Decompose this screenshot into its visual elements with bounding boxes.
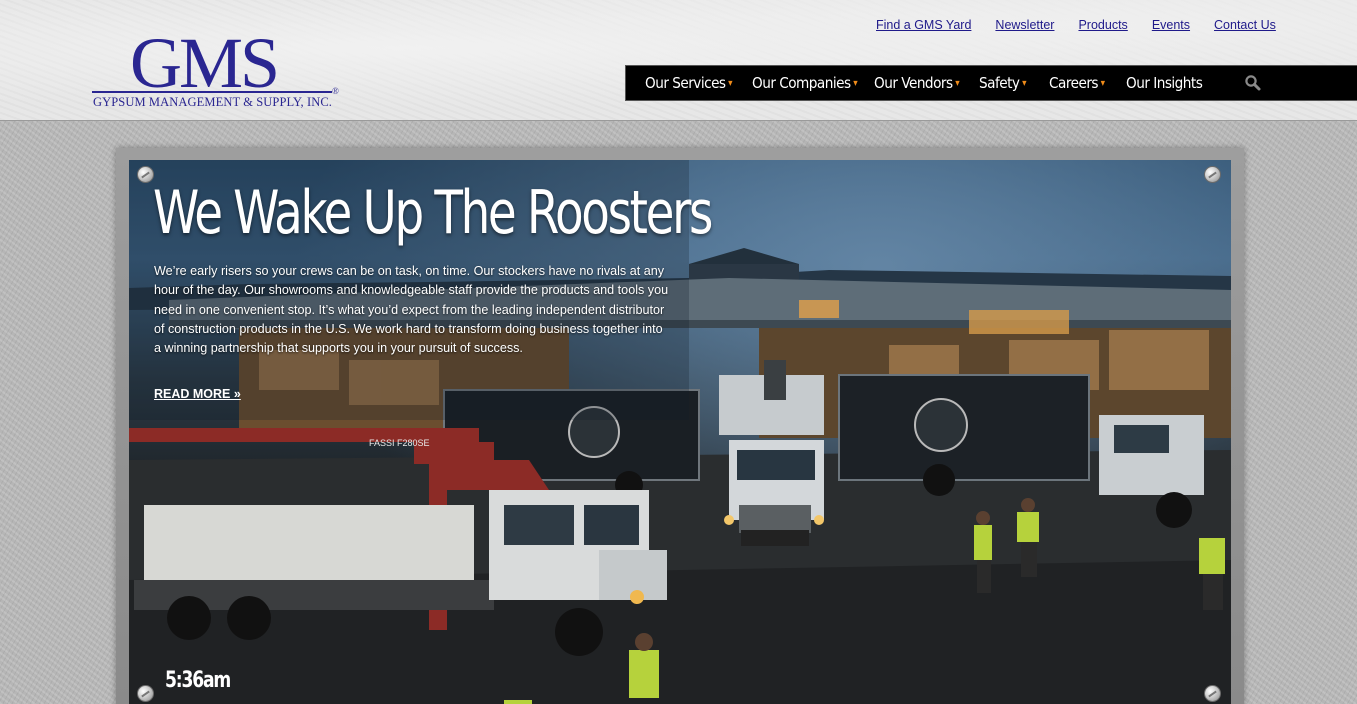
nav-careers[interactable]: Careers ▾: [1049, 66, 1105, 100]
hero-timestamp: 5:36am: [165, 668, 231, 693]
nav-label: Our Vendors: [874, 74, 953, 92]
logo-registered-mark: ®: [332, 86, 339, 96]
chevron-down-icon: ▾: [728, 77, 733, 89]
chevron-down-icon: ▾: [1100, 77, 1105, 89]
truck-label: FASSI F280SE: [369, 438, 430, 448]
logo-mark: GMS: [130, 23, 280, 103]
nav-label: Our Services: [645, 74, 726, 92]
site-header: GMS ® GYPSUM MANAGEMENT & SUPPLY, INC. F…: [0, 0, 1357, 121]
hero-title: We Wake Up The Roosters: [153, 178, 713, 248]
chevron-down-icon: ▾: [853, 77, 858, 89]
chevron-down-icon: ▾: [955, 77, 960, 89]
nav-safety[interactable]: Safety ▾: [979, 66, 1027, 100]
logo-subtitle: GYPSUM MANAGEMENT & SUPPLY, INC.: [93, 95, 333, 109]
screw-icon: [137, 685, 154, 702]
link-products[interactable]: Products: [1078, 18, 1127, 36]
screw-icon: [137, 166, 154, 183]
nav-label: Our Companies: [752, 74, 851, 92]
search-icon[interactable]: [1244, 74, 1262, 92]
nav-our-companies[interactable]: Our Companies ▾: [752, 66, 858, 100]
chevron-down-icon: ▾: [1022, 77, 1026, 89]
read-more-link[interactable]: READ MORE »: [154, 387, 241, 401]
logo-underline: [92, 91, 332, 93]
nav-label: Our Insights: [1126, 74, 1203, 92]
nav-label: Safety: [979, 74, 1020, 92]
screw-icon: [1204, 166, 1221, 183]
link-contact-us[interactable]: Contact Us: [1214, 18, 1276, 36]
link-find-gms-yard[interactable]: Find a GMS Yard: [876, 18, 971, 36]
link-newsletter[interactable]: Newsletter: [995, 18, 1054, 36]
gms-logo[interactable]: GMS ® GYPSUM MANAGEMENT & SUPPLY, INC.: [92, 23, 342, 112]
main-nav: Our Services ▾ Our Companies ▾ Our Vendors…: [625, 65, 1357, 101]
nav-our-vendors[interactable]: Our Vendors ▾: [874, 66, 960, 100]
hero-body-text: We’re early risers so your crews can be …: [154, 264, 669, 356]
nav-label: Careers: [1049, 74, 1099, 92]
link-events[interactable]: Events: [1152, 18, 1190, 36]
nav-our-services[interactable]: Our Services ▾: [645, 66, 733, 100]
utility-links: Find a GMS Yard Newsletter Products Even…: [876, 18, 1276, 36]
hero-banner: FASSI F280SE We Wake Up The Roosters We’…: [129, 160, 1231, 704]
screw-icon: [1204, 685, 1221, 702]
nav-our-insights[interactable]: Our Insights: [1126, 66, 1203, 100]
